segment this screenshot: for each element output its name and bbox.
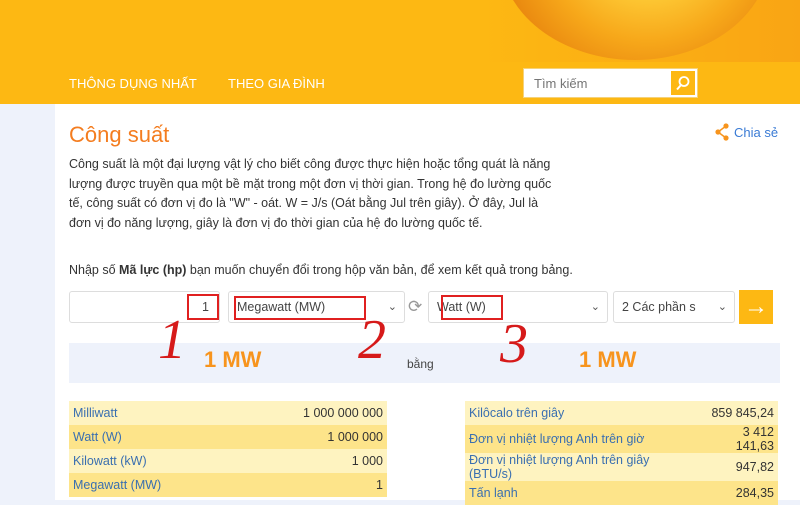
annotation-number-3: 3 bbox=[500, 313, 528, 375]
result-to: 1 MW bbox=[579, 347, 637, 372]
header-banner bbox=[0, 0, 800, 62]
chevron-down-icon: ⌄ bbox=[590, 301, 600, 313]
unit-value: 859 845,24 bbox=[711, 406, 774, 420]
unit-value: 1 bbox=[376, 478, 383, 492]
unit-link[interactable]: Watt (W) bbox=[69, 425, 235, 449]
page-title: Công suất bbox=[69, 122, 170, 147]
search-input[interactable] bbox=[524, 69, 664, 97]
share-button[interactable]: Chia sẻ bbox=[714, 123, 778, 141]
conversion-table-left: Milliwatt 1 000 000 000 Watt (W) 1 000 000… bbox=[69, 401, 387, 497]
unit-value: 1 000 000 bbox=[327, 430, 383, 444]
convert-button[interactable]: → bbox=[739, 290, 773, 324]
unit-link[interactable]: Đơn vị nhiệt lượng Anh trên giây (BTU/s) bbox=[465, 453, 697, 481]
swap-icon[interactable]: ⟳ bbox=[408, 297, 422, 317]
precision-text: 2 Các phần s bbox=[622, 300, 696, 314]
result-from: 1 MW bbox=[204, 347, 262, 372]
table-row: Megawatt (MW) 1 bbox=[69, 473, 387, 497]
description: Công suất là một đại lượng vật lý cho bi… bbox=[69, 157, 552, 230]
annotation-box-from-unit bbox=[234, 296, 366, 320]
instruction-text: Nhập số bbox=[69, 263, 120, 277]
unit-link[interactable]: Kilowatt (kW) bbox=[69, 449, 235, 473]
table-row: Milliwatt 1 000 000 000 bbox=[69, 401, 387, 425]
unit-value: 3 412 141,63 bbox=[735, 425, 774, 453]
unit-value: 1 000 bbox=[351, 454, 383, 468]
instruction-unit: Mã lực (hp) bbox=[119, 263, 187, 277]
unit-value: 284,35 bbox=[735, 486, 774, 500]
table-row: Đơn vị nhiệt lượng Anh trên giờ 3 412 141… bbox=[465, 425, 778, 453]
share-label: Chia sẻ bbox=[734, 124, 779, 140]
conversion-table-right: Kilôcalo trên giây 859 845,24 Đơn vị nhiệ… bbox=[465, 401, 778, 505]
unit-value: 947,82 bbox=[735, 460, 774, 474]
search-button[interactable] bbox=[671, 71, 695, 95]
sun-graphic bbox=[500, 0, 770, 60]
nav-by-family[interactable]: THEO GIA ĐÌNH bbox=[228, 76, 325, 91]
arrow-right-icon: → bbox=[744, 293, 768, 320]
table-row: Watt (W) 1 000 000 bbox=[69, 425, 387, 449]
result-equals: bằng bbox=[407, 357, 434, 371]
chevron-down-icon: ⌄ bbox=[387, 301, 397, 313]
annotation-box-to-unit bbox=[441, 295, 503, 320]
unit-link[interactable]: Tấn lạnh bbox=[465, 481, 697, 505]
unit-link[interactable]: Milliwatt bbox=[69, 401, 235, 425]
chevron-down-icon: ⌄ bbox=[717, 301, 727, 313]
search-box bbox=[523, 68, 698, 98]
table-row: Tấn lạnh 284,35 bbox=[465, 481, 778, 505]
unit-link[interactable]: Đơn vị nhiệt lượng Anh trên giờ bbox=[465, 425, 697, 453]
unit-link[interactable]: Kilôcalo trên giây bbox=[465, 401, 697, 425]
annotation-number-1: 1 bbox=[158, 309, 186, 371]
unit-value: 1 000 000 000 bbox=[303, 406, 383, 420]
instruction: Nhập số Mã lực (hp) bạn muốn chuyển đổi … bbox=[69, 263, 573, 277]
search-icon bbox=[676, 76, 690, 91]
instruction-text-end: bạn muốn chuyển đổi trong hộp văn bản, đ… bbox=[186, 263, 573, 277]
table-row: Đơn vị nhiệt lượng Anh trên giây (BTU/s)… bbox=[465, 453, 778, 481]
precision-select[interactable]: 2 Các phần s ⌄ bbox=[613, 291, 735, 323]
annotation-box-value bbox=[187, 294, 219, 320]
unit-link[interactable]: Megawatt (MW) bbox=[69, 473, 235, 497]
table-row: Kilôcalo trên giây 859 845,24 bbox=[465, 401, 778, 425]
table-row: Kilowatt (kW) 1 000 bbox=[69, 449, 387, 473]
share-icon bbox=[715, 123, 729, 141]
nav-most-common[interactable]: THÔNG DỤNG NHẤT bbox=[69, 76, 197, 91]
annotation-number-2: 2 bbox=[358, 309, 386, 371]
